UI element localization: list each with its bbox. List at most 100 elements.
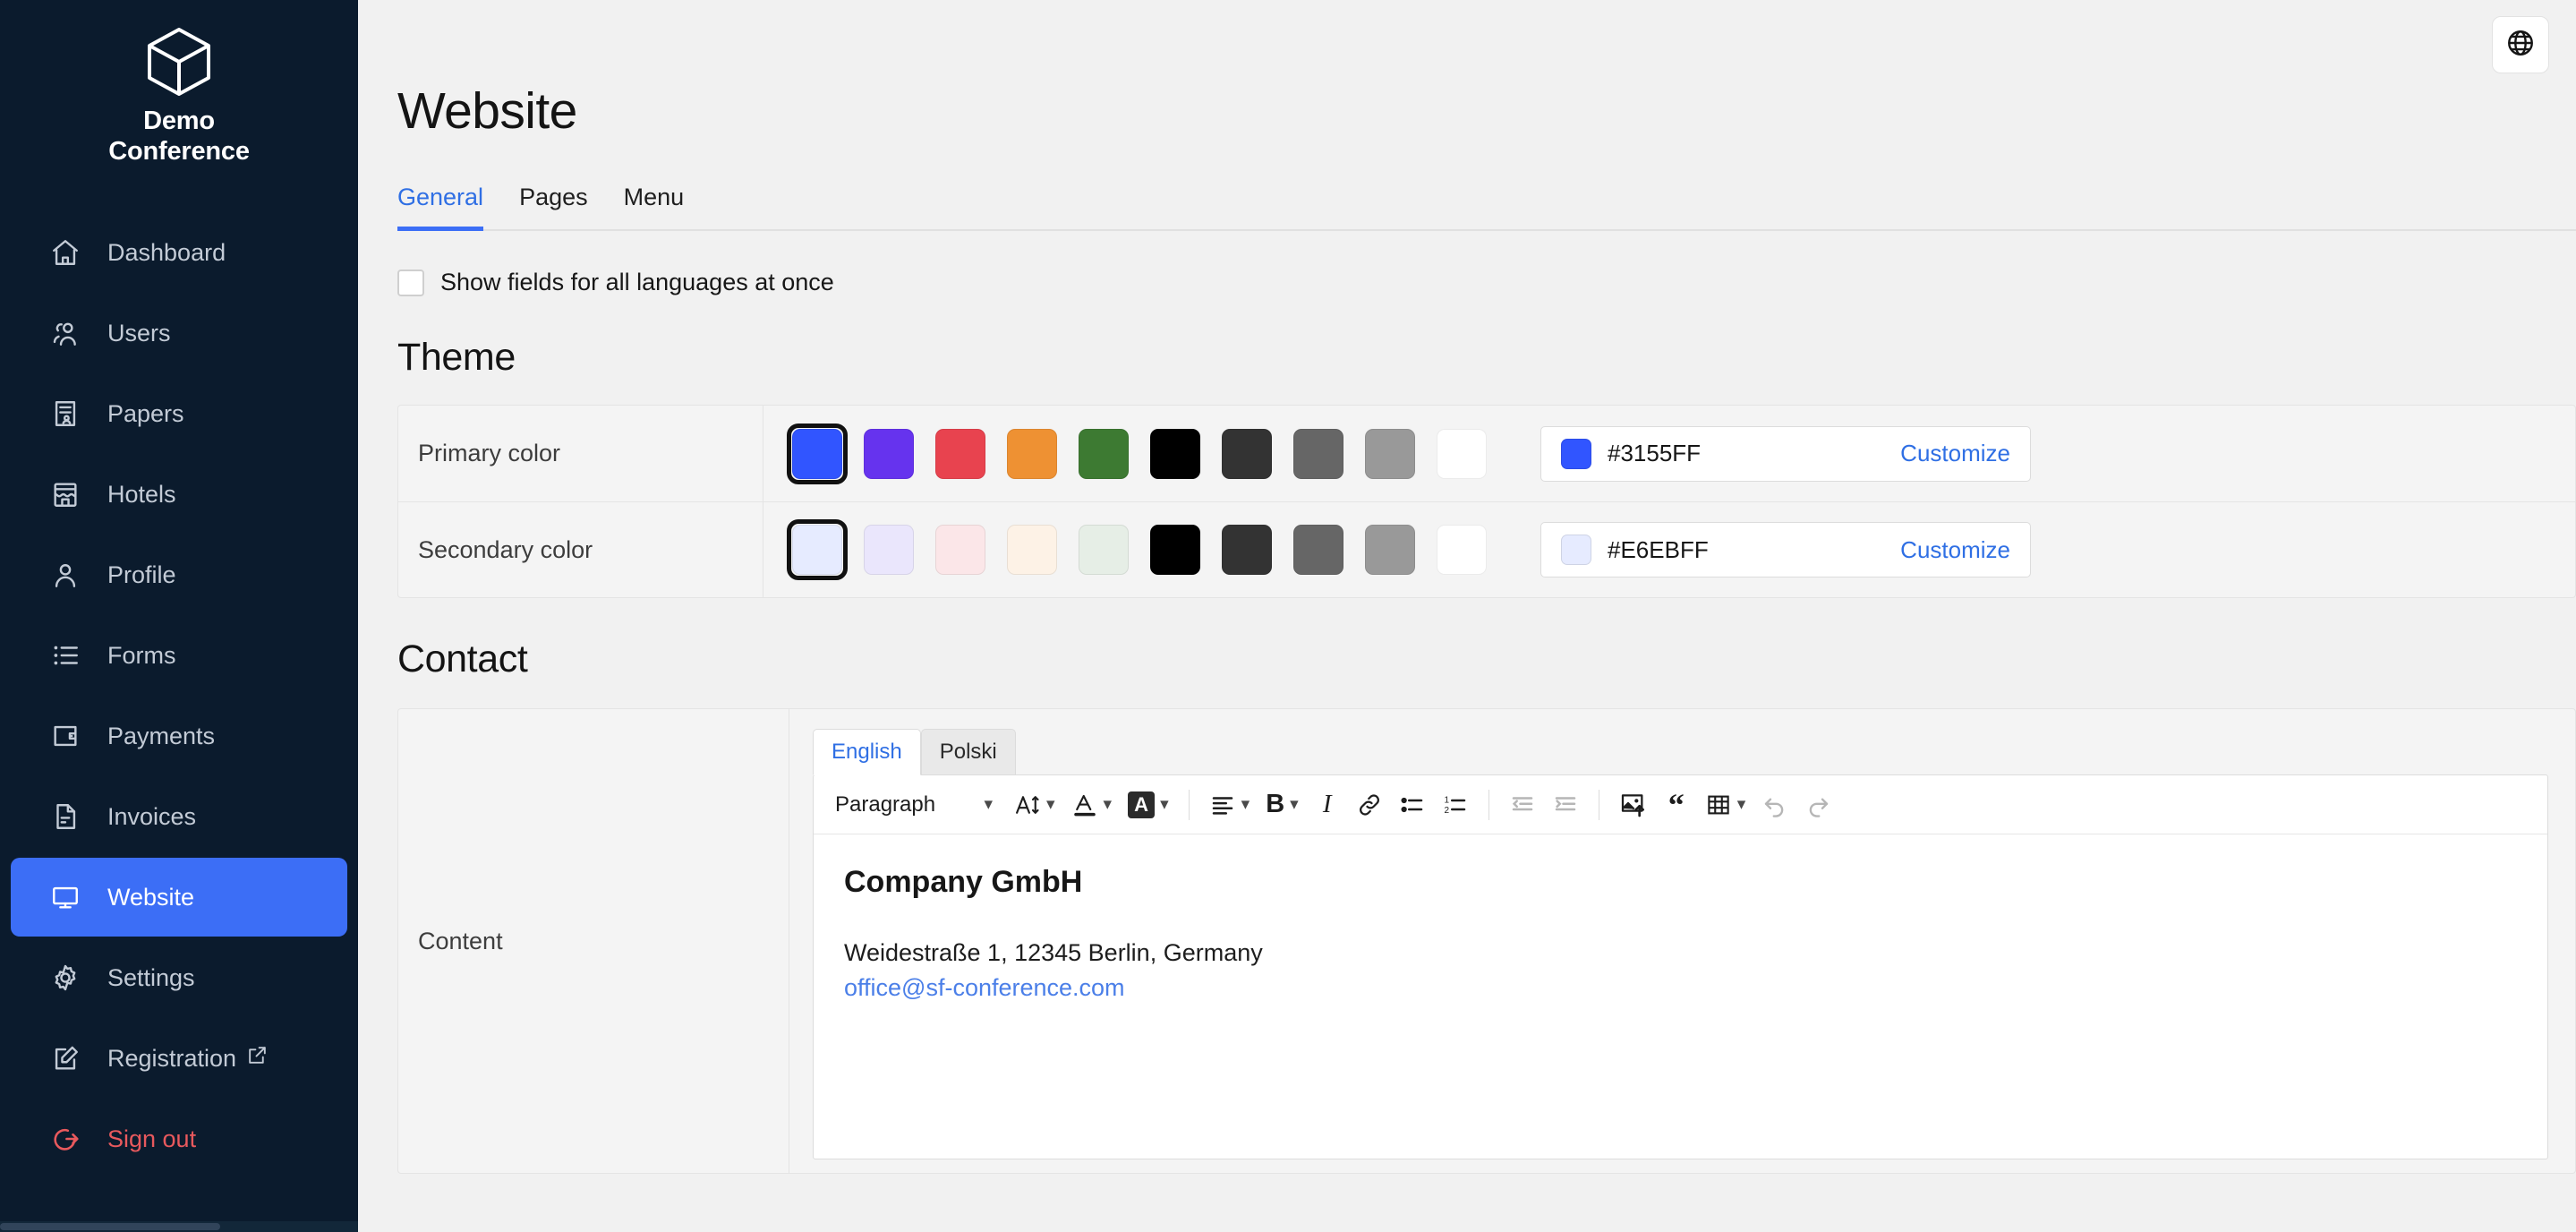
- highlight-color-button[interactable]: A ▾: [1121, 783, 1176, 826]
- align-left-icon: [1209, 791, 1236, 818]
- color-swatch: [1222, 525, 1272, 575]
- primary-hex-value: #3155FF: [1608, 440, 1884, 467]
- invoice-icon: [50, 801, 90, 832]
- chevron-down-icon: ▾: [1046, 794, 1055, 815]
- sidebar-horizontal-scrollbar[interactable]: [0, 1221, 358, 1232]
- gear-icon: [50, 962, 90, 993]
- cube-icon: [146, 27, 212, 97]
- secondary-color-swatch-8[interactable]: [1360, 519, 1420, 580]
- primary-color-swatch-6[interactable]: [1216, 424, 1277, 484]
- color-swatch: [792, 525, 842, 575]
- primary-color-field: #3155FF Customize: [763, 406, 2575, 501]
- sidebar-item-sign-out[interactable]: Sign out: [11, 1099, 347, 1178]
- redo-button[interactable]: [1797, 783, 1838, 826]
- primary-hex-input[interactable]: #3155FF Customize: [1540, 426, 2031, 482]
- sidebar-item-registration[interactable]: Registration: [11, 1019, 347, 1098]
- sidebar-item-label: Papers: [107, 400, 184, 428]
- content-email-link[interactable]: office@sf-conference.com: [844, 971, 2517, 1005]
- outdent-button[interactable]: [1502, 783, 1543, 826]
- color-swatch: [1437, 429, 1487, 479]
- language-switcher-button[interactable]: [2492, 16, 2549, 73]
- primary-color-swatch-1[interactable]: [858, 424, 919, 484]
- sidebar-item-users[interactable]: Users: [11, 294, 347, 372]
- insert-image-button[interactable]: [1612, 783, 1655, 826]
- secondary-color-swatch-4[interactable]: [1073, 519, 1134, 580]
- secondary-color-swatch-1[interactable]: [858, 519, 919, 580]
- secondary-color-swatch-9[interactable]: [1431, 519, 1492, 580]
- image-upload-icon: [1619, 791, 1648, 819]
- bullet-list-button[interactable]: [1392, 783, 1433, 826]
- editor-content[interactable]: Company GmbH Weidestraße 1, 12345 Berlin…: [814, 834, 2547, 1036]
- bold-button[interactable]: B ▾: [1258, 783, 1306, 826]
- primary-color-swatch-7[interactable]: [1288, 424, 1349, 484]
- blockquote-button[interactable]: “: [1657, 783, 1696, 826]
- sidebar-item-invoices[interactable]: Invoices: [11, 777, 347, 856]
- secondary-color-swatch-6[interactable]: [1216, 519, 1277, 580]
- italic-icon: I: [1323, 790, 1332, 819]
- link-icon: [1356, 791, 1383, 818]
- link-button[interactable]: [1349, 783, 1390, 826]
- secondary-color-swatch-3[interactable]: [1002, 519, 1062, 580]
- block-format-value: Paragraph: [835, 792, 935, 817]
- color-swatch: [935, 429, 985, 479]
- secondary-hex-input[interactable]: #E6EBFF Customize: [1540, 522, 2031, 578]
- primary-color-swatch-3[interactable]: [1002, 424, 1062, 484]
- tab-pages[interactable]: Pages: [501, 184, 606, 229]
- sidebar-item-payments[interactable]: Payments: [11, 697, 347, 775]
- undo-button[interactable]: [1754, 783, 1796, 826]
- sidebar-item-forms[interactable]: Forms: [11, 616, 347, 695]
- numbered-list-button[interactable]: 12: [1435, 783, 1476, 826]
- wallet-icon: [50, 721, 90, 751]
- language-tab-english[interactable]: English: [813, 729, 921, 775]
- primary-color-swatch-0[interactable]: [787, 424, 848, 484]
- color-swatch: [1007, 525, 1057, 575]
- home-icon: [50, 237, 90, 268]
- primary-color-swatch-2[interactable]: [930, 424, 991, 484]
- block-format-select[interactable]: Paragraph ▾: [826, 783, 1005, 826]
- scrollbar-thumb[interactable]: [0, 1223, 220, 1230]
- sidebar-item-label: Profile: [107, 561, 176, 589]
- papers-icon: [50, 398, 90, 429]
- secondary-customize-link[interactable]: Customize: [1900, 536, 2010, 564]
- tab-general[interactable]: General: [397, 184, 501, 229]
- secondary-color-swatch-0[interactable]: [787, 519, 848, 580]
- align-button[interactable]: ▾: [1202, 783, 1258, 826]
- indent-button[interactable]: [1545, 783, 1586, 826]
- text-color-button[interactable]: ▾: [1064, 783, 1120, 826]
- sidebar-item-papers[interactable]: Papers: [11, 374, 347, 453]
- primary-customize-link[interactable]: Customize: [1900, 440, 2010, 467]
- tab-menu[interactable]: Menu: [606, 184, 703, 229]
- sidebar-item-profile[interactable]: Profile: [11, 535, 347, 614]
- primary-color-swatch-9[interactable]: [1431, 424, 1492, 484]
- hotel-icon: [50, 479, 90, 509]
- table-icon: [1705, 791, 1732, 818]
- theme-table: Primary color #3155FF Customize Secondar…: [397, 405, 2576, 598]
- editor-toolbar: Paragraph ▾ ▾ ▾: [814, 775, 2547, 834]
- secondary-color-swatch-7[interactable]: [1288, 519, 1349, 580]
- primary-color-swatch-8[interactable]: [1360, 424, 1420, 484]
- text-color-icon: [1071, 791, 1098, 818]
- secondary-color-swatch-2[interactable]: [930, 519, 991, 580]
- list-icon: [50, 640, 90, 671]
- brand[interactable]: DemoConference: [0, 0, 358, 190]
- show-all-languages-checkbox[interactable]: [397, 270, 424, 296]
- sidebar-item-label: Forms: [107, 642, 176, 670]
- primary-color-label: Primary color: [398, 406, 763, 501]
- font-size-button[interactable]: ▾: [1007, 783, 1062, 826]
- table-button[interactable]: ▾: [1698, 783, 1753, 826]
- secondary-color-swatch-5[interactable]: [1145, 519, 1206, 580]
- secondary-color-row: Secondary color #E6EBFF Customize: [398, 501, 2575, 597]
- quote-icon: “: [1668, 789, 1685, 821]
- sidebar-item-hotels[interactable]: Hotels: [11, 455, 347, 534]
- sidebar-item-website[interactable]: Website: [11, 858, 347, 937]
- indent-icon: [1552, 791, 1579, 818]
- sidebar-item-dashboard[interactable]: Dashboard: [11, 213, 347, 292]
- primary-color-swatch-5[interactable]: [1145, 424, 1206, 484]
- color-swatch: [1150, 525, 1200, 575]
- italic-button[interactable]: I: [1308, 783, 1347, 826]
- language-tab-polski[interactable]: Polski: [921, 729, 1016, 775]
- sidebar-item-settings[interactable]: Settings: [11, 938, 347, 1017]
- color-swatch: [864, 525, 914, 575]
- bullet-list-icon: [1399, 791, 1426, 818]
- primary-color-swatch-4[interactable]: [1073, 424, 1134, 484]
